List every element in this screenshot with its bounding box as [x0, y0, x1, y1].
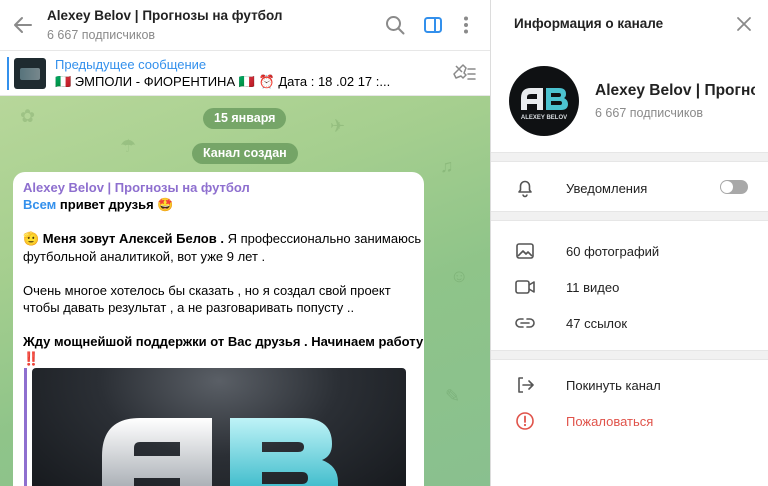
- leave-icon: [518, 377, 534, 393]
- message-line: Очень многое хотелось бы сказать , но я …: [23, 283, 391, 298]
- pattern-doodle: ✿: [20, 106, 36, 126]
- more-options-icon[interactable]: [455, 14, 477, 36]
- pattern-doodle: ✎: [445, 386, 461, 406]
- double-exclamation-emoji: ‼️: [23, 352, 40, 367]
- channel-avatar-logo: ALEXEY BELOV: [521, 88, 568, 121]
- message-text: Я профессионально занимаюсь: [223, 231, 422, 246]
- search-icon[interactable]: [384, 14, 406, 36]
- back-arrow-icon[interactable]: [12, 14, 34, 36]
- leave-channel-button[interactable]: Покинуть канал: [566, 378, 661, 393]
- message-bubble[interactable]: Alexey Belov | Прогнозы на футбол Всем п…: [13, 172, 424, 486]
- message-media[interactable]: [24, 368, 412, 486]
- sidebar-toggle-icon[interactable]: [422, 14, 444, 36]
- message-text: привет друзья 🤩: [56, 197, 174, 212]
- pinned-message-bar[interactable]: Предыдущее сообщение 🇮🇹 ЭМПОЛИ - ФИОРЕНТ…: [0, 51, 490, 96]
- videos-count[interactable]: 11 видео: [566, 280, 619, 295]
- pinned-label: Предыдущее сообщение: [55, 57, 207, 72]
- notifications-toggle[interactable]: [720, 180, 748, 194]
- chat-subscriber-count: 6 667 подписчиков: [47, 28, 156, 42]
- report-icon: [516, 412, 534, 430]
- message-line: ‼️: [23, 350, 414, 368]
- date-separator: 15 января: [203, 108, 287, 129]
- pin-list-icon[interactable]: [451, 62, 477, 84]
- section-divider: [491, 211, 768, 221]
- message-emoji: 🫡: [23, 232, 40, 247]
- channel-info-panel: Информация о канале ALEXEY BELOV Alexey …: [490, 0, 768, 486]
- media-image[interactable]: [32, 368, 406, 486]
- chat-title[interactable]: Alexey Belov | Прогнозы на футбол: [47, 8, 283, 23]
- message-bold-text: Меня зовут Алексей Белов .: [39, 231, 224, 246]
- pinned-indicator: [7, 57, 9, 90]
- message-line: чтобы давать результат , а не разговарив…: [23, 300, 355, 315]
- message-author[interactable]: Alexey Belov | Прогнозы на футбол: [23, 180, 414, 196]
- message-line: Всем привет друзья 🤩: [23, 196, 414, 213]
- avatar-text: ALEXEY BELOV: [521, 115, 567, 121]
- chat-panel: Alexey Belov | Прогнозы на футбол 6 667 …: [0, 0, 490, 486]
- bell-icon: [518, 180, 532, 198]
- pattern-doodle: ☺: [450, 266, 469, 286]
- close-icon[interactable]: [735, 15, 753, 33]
- pattern-doodle: ✈: [330, 116, 346, 136]
- panel-title: Информация о канале: [514, 16, 664, 31]
- ab-logo-image: [102, 418, 338, 486]
- channel-avatar[interactable]: ALEXEY BELOV: [509, 66, 579, 136]
- pinned-thumbnail: [14, 58, 46, 89]
- channel-name: Alexey Belov | Прогнозы на футбол: [595, 82, 755, 99]
- notifications-label[interactable]: Уведомления: [566, 181, 647, 196]
- service-message: Канал создан: [192, 143, 298, 164]
- links-count[interactable]: 47 ссылок: [566, 316, 627, 331]
- chat-header: Alexey Belov | Прогнозы на футбол 6 667 …: [0, 0, 490, 51]
- photo-icon: [516, 243, 534, 259]
- message-bold-text: Жду мощнейшой поддержки от Вас друзья . …: [23, 334, 424, 349]
- photos-count[interactable]: 60 фотографий: [566, 244, 659, 259]
- message-line: футбольной аналитикой, вот уже 9 лет .: [23, 249, 266, 264]
- section-divider: [491, 152, 768, 162]
- message-line: 🫡 Меня зовут Алексей Белов . Я профессио…: [23, 230, 421, 248]
- message-line: Жду мощнейшой поддержки от Вас друзья . …: [23, 333, 423, 350]
- pinned-text: 🇮🇹 ЭМПОЛИ - ФИОРЕНТИНА 🇮🇹 ⏰ Дата : 18 .0…: [55, 74, 391, 89]
- pattern-doodle: ♫: [440, 156, 454, 176]
- link-icon: [515, 318, 535, 328]
- pattern-doodle: ☂: [120, 136, 137, 156]
- video-icon: [515, 280, 535, 294]
- channel-subscriber-count: 6 667 подписчиков: [595, 106, 704, 120]
- mention-link[interactable]: Всем: [23, 197, 56, 212]
- report-button[interactable]: Пожаловаться: [566, 414, 653, 429]
- section-divider: [491, 350, 768, 360]
